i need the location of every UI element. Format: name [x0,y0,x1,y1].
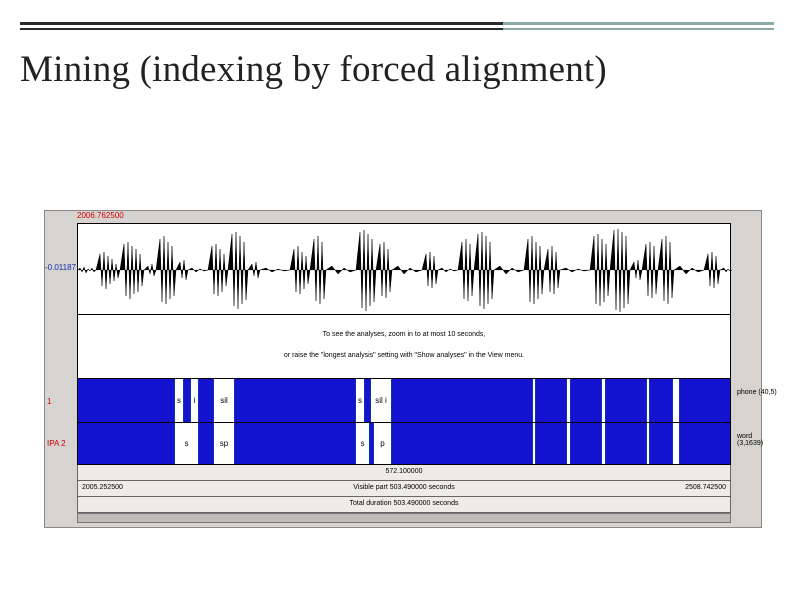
tier-label: sil [213,379,235,422]
analysis-message: To see the analyses, zoom in to at most … [77,315,731,379]
tier1-name: phone (40,5) [737,389,777,396]
tier-seg [78,423,174,464]
selection-duration: 572.100000 [386,468,423,475]
horizontal-scrollbar[interactable] [77,513,731,523]
analysis-msg-2: or raise the "longest analysis" setting … [78,352,730,359]
tier2-index: IPA 2 [47,439,66,448]
tier-seg [606,379,646,422]
tier-seg [680,423,731,464]
total-bar[interactable]: Total duration 503.490000 seconds [77,497,731,513]
tier-seg [78,379,174,422]
total-duration: Total duration 503.490000 seconds [350,500,459,507]
border-dark [20,22,503,30]
tier2-name: word (3,1639) [737,433,777,447]
tier-label [672,423,680,464]
tier-label: s [355,379,365,422]
amplitude-mid: -0.01187 [45,263,75,272]
praat-editor: 2006.762500 -0.01187 -1 [44,210,762,528]
tier-label: i [190,379,199,422]
tier-seg [650,423,672,464]
tier-seg [536,379,566,422]
border-accent [503,22,774,30]
tier-seg [235,379,355,422]
visible-start: 2005.252500 [82,481,123,495]
slide-top-border [20,22,774,36]
tier-seg [392,379,532,422]
tier-seg [571,379,601,422]
slide-title: Mining (indexing by forced alignment) [20,48,607,91]
tier-seg [199,379,213,422]
tier-seg [680,379,731,422]
waveform-svg [78,224,732,316]
visible-bar[interactable]: 2005.252500 Visible part 503.490000 seco… [77,481,731,497]
visible-end: 2508.742500 [685,481,726,495]
tier-seg [536,423,566,464]
waveform[interactable] [77,223,731,315]
tier-label: sil i [370,379,392,422]
tier-label: s [174,423,199,464]
visible-center: Visible part 503.490000 seconds [353,484,454,491]
tier-label: sp [213,423,235,464]
analysis-msg-1: To see the analyses, zoom in to at most … [78,331,730,338]
tier-seg [571,423,601,464]
selection-bar[interactable]: 572.100000 [77,465,731,481]
tier-seg [606,423,646,464]
tier1-index: 1 [47,397,51,406]
phone-tier[interactable]: s i sil s sil i [77,379,731,423]
cursor-time: 2006.762500 [77,211,124,220]
tier-seg [650,379,672,422]
tier-seg [235,423,355,464]
tier-label: p [373,423,392,464]
tier-label: s [174,379,184,422]
tier-label: s [355,423,370,464]
word-tier[interactable]: s sp s p [77,423,731,465]
tier-seg [392,423,532,464]
tier-seg [199,423,213,464]
tier-label [672,379,680,422]
